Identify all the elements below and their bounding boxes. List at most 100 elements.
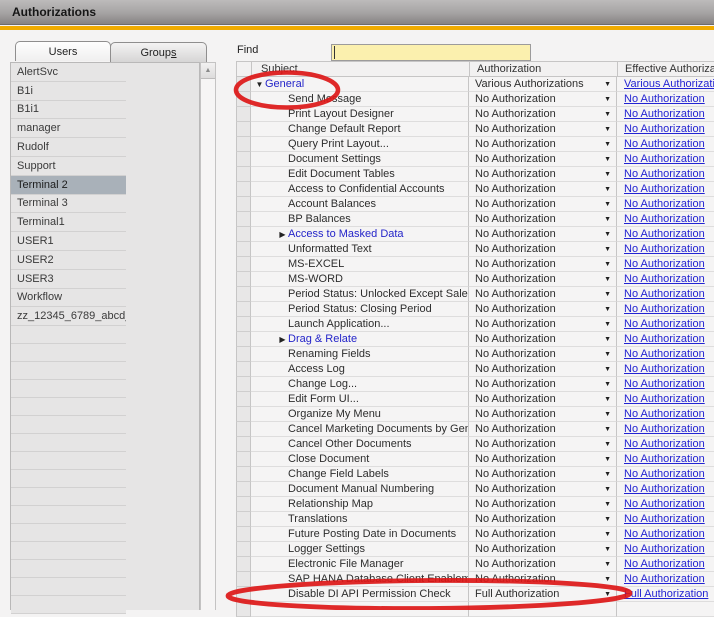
user-list-scrollbar[interactable]: ▲ <box>200 62 216 610</box>
effective-authorization-link[interactable]: Full Authorization <box>624 588 708 600</box>
dropdown-arrow-icon[interactable]: ▼ <box>604 186 611 193</box>
subject-cell[interactable]: Relationship Map <box>251 497 469 512</box>
dropdown-arrow-icon[interactable]: ▼ <box>604 516 611 523</box>
subject-cell[interactable]: Change Log... <box>251 377 469 392</box>
subject-cell[interactable]: Change Field Labels <box>251 467 469 482</box>
authorization-dropdown[interactable]: No Authorization▼ <box>469 272 617 287</box>
row-selector[interactable] <box>236 512 251 527</box>
user-list-empty-row[interactable] <box>11 326 126 344</box>
user-list-empty-row[interactable] <box>11 398 126 416</box>
tree-expand-icon[interactable]: ▶ <box>277 335 288 344</box>
row-selector[interactable] <box>236 587 251 602</box>
effective-authorization-link[interactable]: No Authorization <box>624 453 705 465</box>
effective-authorization-link[interactable]: No Authorization <box>624 93 705 105</box>
authorization-dropdown[interactable]: No Authorization▼ <box>469 557 617 572</box>
effective-authorization-link[interactable]: No Authorization <box>624 123 705 135</box>
authorization-dropdown[interactable]: No Authorization▼ <box>469 287 617 302</box>
effective-authorization-link[interactable]: No Authorization <box>624 243 705 255</box>
subject-cell[interactable]: Send Message <box>251 92 469 107</box>
dropdown-arrow-icon[interactable]: ▼ <box>604 126 611 133</box>
row-selector[interactable] <box>236 152 251 167</box>
row-selector[interactable] <box>236 467 251 482</box>
user-list-empty-row[interactable] <box>11 470 126 488</box>
subject-cell[interactable]: Cancel Other Documents <box>251 437 469 452</box>
row-selector[interactable] <box>236 557 251 572</box>
authorization-dropdown[interactable]: No Authorization▼ <box>469 212 617 227</box>
subject-cell[interactable]: SAP HANA Database Client Enablement <box>251 572 469 587</box>
dropdown-arrow-icon[interactable]: ▼ <box>604 201 611 208</box>
dropdown-arrow-icon[interactable]: ▼ <box>604 546 611 553</box>
scroll-up-button[interactable]: ▲ <box>201 63 215 79</box>
subject-cell[interactable]: Disable DI API Permission Check <box>251 587 469 602</box>
dropdown-arrow-icon[interactable]: ▼ <box>604 456 611 463</box>
effective-authorization-link[interactable]: No Authorization <box>624 528 705 540</box>
authorization-dropdown[interactable]: No Authorization▼ <box>469 527 617 542</box>
row-selector[interactable] <box>236 77 251 92</box>
row-selector[interactable] <box>236 407 251 422</box>
effective-authorization-link[interactable]: No Authorization <box>624 183 705 195</box>
subject-cell[interactable]: MS-WORD <box>251 272 469 287</box>
user-list-item[interactable]: Terminal 2 <box>11 176 126 195</box>
user-list-empty-row[interactable] <box>11 452 126 470</box>
effective-authorization-link[interactable]: No Authorization <box>624 378 705 390</box>
user-list-item[interactable]: USER1 <box>11 232 126 251</box>
subject-cell[interactable]: Period Status: Closing Period <box>251 302 469 317</box>
authorization-dropdown[interactable]: No Authorization▼ <box>469 452 617 467</box>
authorization-dropdown[interactable]: No Authorization▼ <box>469 392 617 407</box>
effective-authorization-link[interactable]: No Authorization <box>624 483 705 495</box>
effective-authorization-link[interactable]: No Authorization <box>624 558 705 570</box>
effective-authorization-link[interactable]: No Authorization <box>624 258 705 270</box>
authorization-dropdown[interactable]: No Authorization▼ <box>469 512 617 527</box>
find-input[interactable] <box>331 44 531 61</box>
user-list-item[interactable]: zz_12345_6789_abcd_efgh <box>11 307 126 326</box>
tab-groups[interactable]: Groups <box>110 42 207 62</box>
dropdown-arrow-icon[interactable]: ▼ <box>604 576 611 583</box>
dropdown-arrow-icon[interactable]: ▼ <box>604 486 611 493</box>
dropdown-arrow-icon[interactable]: ▼ <box>604 81 611 88</box>
effective-authorization-link[interactable]: No Authorization <box>624 273 705 285</box>
row-selector[interactable] <box>236 227 251 242</box>
user-list-item[interactable]: Workflow <box>11 289 126 308</box>
row-selector[interactable] <box>236 437 251 452</box>
dropdown-arrow-icon[interactable]: ▼ <box>604 156 611 163</box>
authorization-dropdown[interactable]: No Authorization▼ <box>469 482 617 497</box>
subject-cell[interactable]: Access Log <box>251 362 469 377</box>
dropdown-arrow-icon[interactable]: ▼ <box>604 351 611 358</box>
dropdown-arrow-icon[interactable]: ▼ <box>604 441 611 448</box>
authorization-dropdown[interactable]: Various Authorizations▼ <box>469 77 617 92</box>
authorization-dropdown[interactable]: No Authorization▼ <box>469 317 617 332</box>
subject-cell[interactable]: Print Layout Designer <box>251 107 469 122</box>
effective-authorization-link[interactable]: No Authorization <box>624 333 705 345</box>
authorization-dropdown[interactable]: Full Authorization▼ <box>469 587 617 602</box>
row-selector[interactable] <box>236 107 251 122</box>
user-list-empty-row[interactable] <box>11 488 126 506</box>
dropdown-arrow-icon[interactable]: ▼ <box>604 306 611 313</box>
user-list-empty-row[interactable] <box>11 560 126 578</box>
user-list-item[interactable]: Terminal 3 <box>11 195 126 214</box>
tree-expand-icon[interactable]: ▶ <box>277 230 288 239</box>
effective-authorization-link[interactable]: No Authorization <box>624 198 705 210</box>
effective-authorization-link[interactable]: No Authorization <box>624 318 705 330</box>
row-selector[interactable] <box>236 167 251 182</box>
effective-authorization-link[interactable]: No Authorization <box>624 423 705 435</box>
effective-authorization-link[interactable]: No Authorization <box>624 498 705 510</box>
user-list-item[interactable]: manager <box>11 119 126 138</box>
subject-cell[interactable]: Access to Confidential Accounts <box>251 182 469 197</box>
authorization-dropdown[interactable]: No Authorization▼ <box>469 542 617 557</box>
row-selector[interactable] <box>236 497 251 512</box>
row-selector[interactable] <box>236 422 251 437</box>
effective-authorization-link[interactable]: No Authorization <box>624 213 705 225</box>
row-selector[interactable] <box>236 302 251 317</box>
authorization-dropdown[interactable]: No Authorization▼ <box>469 242 617 257</box>
row-selector[interactable] <box>236 122 251 137</box>
effective-authorization-link[interactable]: No Authorization <box>624 228 705 240</box>
dropdown-arrow-icon[interactable]: ▼ <box>604 471 611 478</box>
authorization-dropdown[interactable]: No Authorization▼ <box>469 332 617 347</box>
effective-authorization-link[interactable]: No Authorization <box>624 573 705 585</box>
row-selector[interactable] <box>236 542 251 557</box>
row-selector[interactable] <box>236 92 251 107</box>
row-selector[interactable] <box>236 212 251 227</box>
authorization-dropdown[interactable]: No Authorization▼ <box>469 167 617 182</box>
effective-authorization-link[interactable]: No Authorization <box>624 408 705 420</box>
user-list-item[interactable]: Terminal1 <box>11 213 126 232</box>
